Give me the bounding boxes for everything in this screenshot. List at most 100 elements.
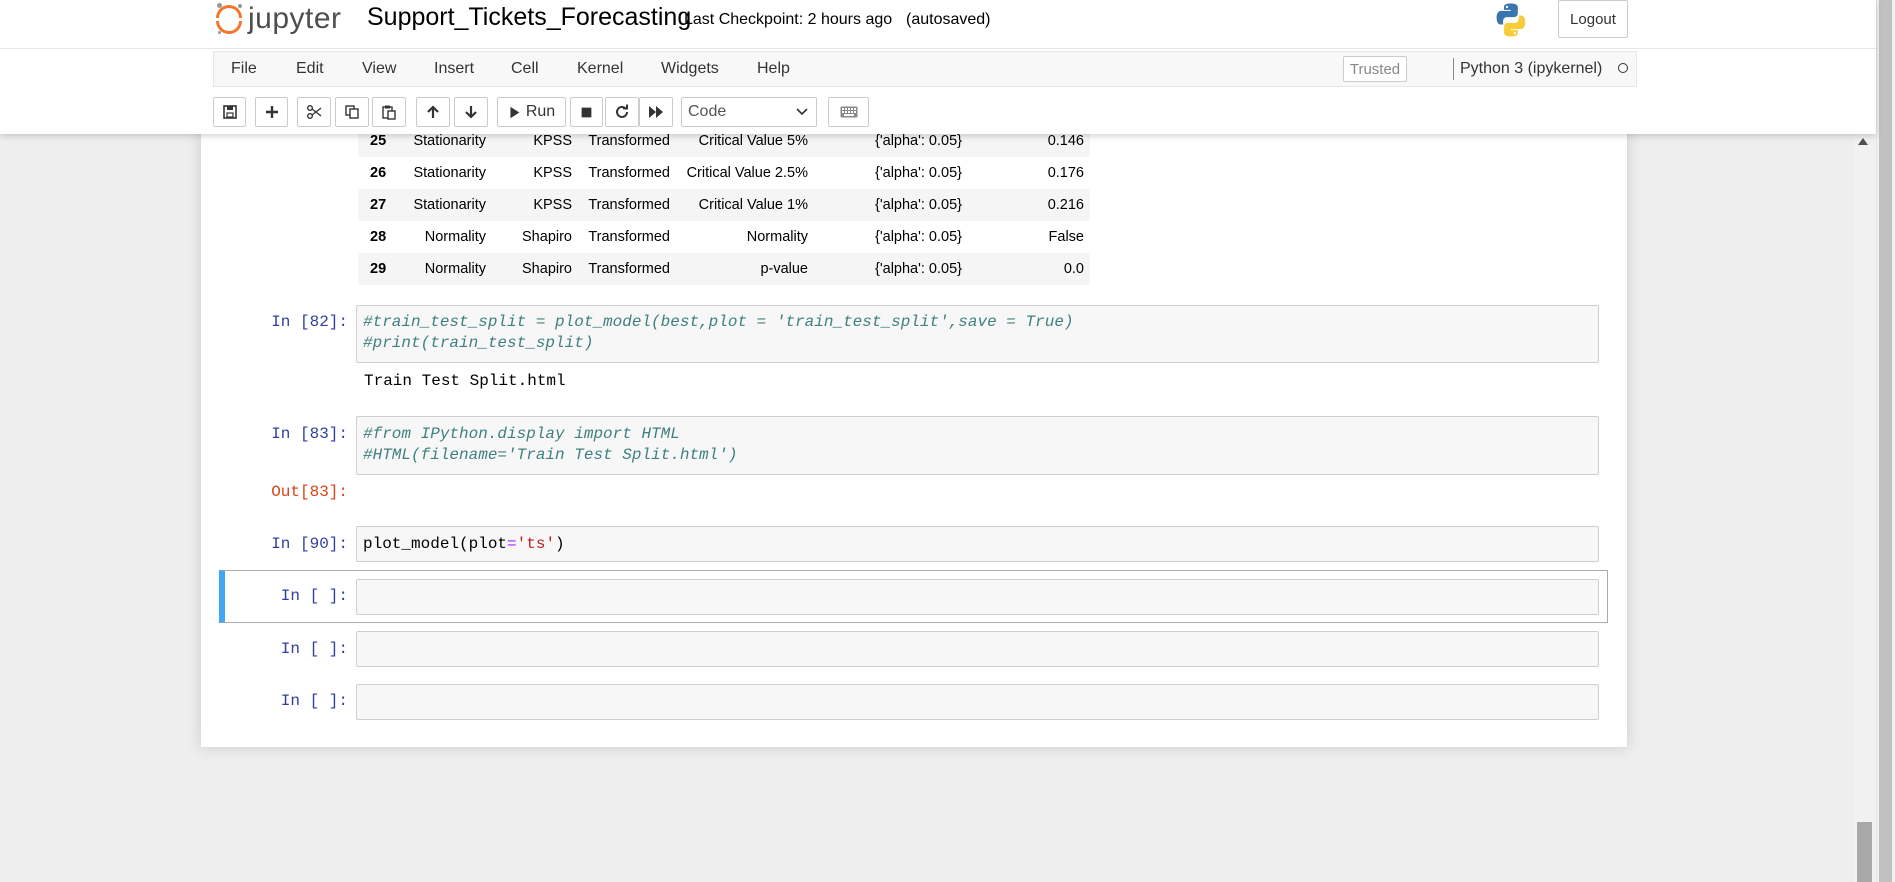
row-index: 26 xyxy=(370,165,387,181)
refresh-icon xyxy=(616,104,628,118)
cell-test: Stationarity xyxy=(413,165,486,181)
code-line: #from IPython.display import HTML xyxy=(363,425,680,443)
jupyter-logo-text: jupyter xyxy=(248,2,342,35)
cell-data: Transformed xyxy=(578,189,676,221)
cell-setting: {'alpha': 0.05} xyxy=(814,189,968,221)
page-scroll-thumb[interactable] xyxy=(1879,0,1892,882)
menu-insert[interactable]: Insert xyxy=(434,60,474,78)
menu-kernel[interactable]: Kernel xyxy=(577,60,623,78)
restart-run-all-button[interactable] xyxy=(639,97,673,127)
trusted-button[interactable]: Trusted xyxy=(1343,56,1407,82)
cell-test: Normality xyxy=(402,253,492,285)
cell-name: KPSS xyxy=(492,189,578,221)
code-token: plot_model(plot xyxy=(363,535,508,553)
menu-cell[interactable]: Cell xyxy=(511,60,539,78)
cell-type-value: Code xyxy=(688,103,727,120)
run-button[interactable]: Run xyxy=(497,97,566,127)
cell-prompt: In [82]: xyxy=(271,313,348,331)
jupyter-logo[interactable]: jupyter xyxy=(216,0,342,38)
kernel-name[interactable]: Python 3 (ipykernel) xyxy=(1460,60,1602,78)
code-cell-input[interactable] xyxy=(356,631,1599,667)
menubar: File Edit View Insert Cell Kernel Widget… xyxy=(213,51,1637,87)
code-token: ) xyxy=(555,535,565,553)
save-icon xyxy=(222,105,237,119)
plus-icon xyxy=(265,106,278,118)
code-line: #print(train_test_split) xyxy=(363,334,594,352)
code-line: #train_test_split = plot_model(best,plot… xyxy=(363,313,1074,331)
cell-setting: {'alpha': 0.05} xyxy=(814,253,968,285)
cell-name: Shapiro xyxy=(522,229,572,245)
cut-button[interactable] xyxy=(297,97,331,127)
cell-prompt: In [90]: xyxy=(271,535,348,553)
notebook-title[interactable]: Support_Tickets_Forecasting xyxy=(367,3,691,32)
copy-icon xyxy=(345,105,359,119)
cell-setting: {'alpha': 0.05} xyxy=(875,165,962,181)
chevron-down-icon xyxy=(796,108,808,116)
code-cell-input[interactable]: #train_test_split = plot_model(best,plot… xyxy=(356,305,1599,363)
menu-edit[interactable]: Edit xyxy=(296,60,324,78)
cell-data: Transformed xyxy=(588,229,670,245)
keyboard-icon xyxy=(840,106,857,118)
code-cell-input[interactable]: plot_model(plot='ts') xyxy=(356,526,1599,562)
code-token: = xyxy=(507,535,517,553)
scissors-icon xyxy=(307,105,322,119)
play-icon xyxy=(510,106,520,118)
paste-button[interactable] xyxy=(372,97,406,127)
code-line: #HTML(filename='Train Test Split.html') xyxy=(363,446,738,464)
move-down-button[interactable] xyxy=(454,97,488,127)
notebook-scroll-thumb[interactable] xyxy=(1857,822,1872,882)
cell-test: Stationarity xyxy=(402,189,492,221)
run-label: Run xyxy=(525,103,556,120)
dataframe-output: 25 Stationarity KPSS Transformed Critica… xyxy=(358,125,1090,285)
command-palette-button[interactable] xyxy=(828,97,869,127)
stop-icon xyxy=(581,107,592,117)
cell-name: KPSS xyxy=(533,165,572,181)
autosave-status: (autosaved) xyxy=(906,11,991,28)
cell-output-text: Train Test Split.html xyxy=(364,372,566,390)
menu-file[interactable]: File xyxy=(231,60,257,78)
logout-button[interactable]: Logout xyxy=(1558,0,1628,38)
row-index: 29 xyxy=(358,253,402,285)
fast-forward-icon xyxy=(649,106,663,118)
code-cell-input[interactable] xyxy=(356,684,1599,720)
cell-value: False xyxy=(1048,229,1084,245)
notebook-scrollbar[interactable] xyxy=(1854,134,1876,882)
row-index: 27 xyxy=(358,189,402,221)
cell-setting: {'alpha': 0.05} xyxy=(875,229,962,245)
code-cell-input[interactable] xyxy=(356,579,1599,615)
menu-view[interactable]: View xyxy=(362,60,396,78)
cell-prompt: In [ ]: xyxy=(280,640,348,658)
interrupt-button[interactable] xyxy=(570,97,603,127)
code-cell-input[interactable]: #from IPython.display import HTML #HTML(… xyxy=(356,416,1599,475)
cell-value: 0.176 xyxy=(1047,165,1084,181)
restart-button[interactable] xyxy=(605,97,639,127)
cell-name: Shapiro xyxy=(492,253,578,285)
cell-type-select[interactable]: Code xyxy=(681,97,817,127)
cell-property: p-value xyxy=(676,253,814,285)
code-line: plot_model(plot='ts') xyxy=(363,534,565,555)
cell-property: Normality xyxy=(746,229,808,245)
menu-help[interactable]: Help xyxy=(757,60,790,78)
insert-cell-button[interactable] xyxy=(255,97,288,127)
menu-widgets[interactable]: Widgets xyxy=(661,60,719,78)
copy-button[interactable] xyxy=(335,97,369,127)
cell-test: Normality xyxy=(424,229,486,245)
jupyter-logo-icon xyxy=(216,3,244,35)
kernel-idle-icon xyxy=(1618,63,1628,73)
arrow-up-icon xyxy=(427,105,439,118)
table-row: 29 Normality Shapiro Transformed p-value… xyxy=(358,253,1090,285)
save-button[interactable] xyxy=(213,97,246,127)
paste-icon xyxy=(382,105,396,120)
checkpoint-status: Last Checkpoint: 2 hours ago xyxy=(684,11,893,28)
header-top: jupyter Support_Tickets_Forecasting Last… xyxy=(0,0,1876,49)
table-row: 27 Stationarity KPSS Transformed Critica… xyxy=(358,189,1090,221)
scroll-up-icon[interactable] xyxy=(1858,138,1868,145)
move-up-button[interactable] xyxy=(416,97,450,127)
code-token: 'ts' xyxy=(516,535,556,553)
output-prompt: Out[83]: xyxy=(271,483,348,501)
cell-data: Transformed xyxy=(578,253,676,285)
table-row: 26 Stationarity KPSS Transformed Critica… xyxy=(358,157,1090,189)
cell-value: 0.216 xyxy=(968,189,1090,221)
cell-prompt: In [ ]: xyxy=(280,692,348,710)
cell-prompt: In [ ]: xyxy=(280,587,348,605)
